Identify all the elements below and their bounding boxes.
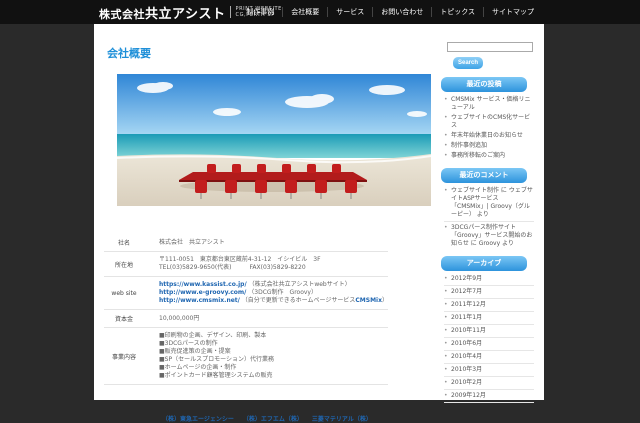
- list-item[interactable]: ウェブサイト制作 に ウェブサイトASPサービス「CMSMix」| Groovy…: [444, 187, 534, 222]
- info-label-capital: 資本金: [114, 316, 133, 323]
- nav-item-company[interactable]: 会社概要: [282, 7, 327, 17]
- recent-posts-heading: 最近の投稿: [441, 77, 527, 92]
- recent-comments-heading: 最近のコメント: [441, 168, 527, 183]
- sidebar: Search 最近の投稿 CMSMix サービス・価格リニューアル ウェブサイト…: [441, 40, 534, 405]
- info-row-name: 社名 株式会社 共立アシスト: [104, 234, 388, 252]
- list-item[interactable]: 2012年7月: [444, 288, 534, 299]
- nav-item-contact[interactable]: お問い合わせ: [372, 7, 431, 17]
- info-value-name: 株式会社 共立アシスト: [159, 238, 225, 246]
- info-value-business: ■印刷物の企画、デザイン、印刷、製本 ■3DCGパースの制作 ■販売促進策の企画…: [159, 332, 274, 379]
- logo-company-name: 株式会社共立アシスト: [99, 6, 226, 22]
- list-item[interactable]: 年末年始休業日のお知らせ: [444, 132, 534, 140]
- client-links[interactable]: （株）東急エージェンシー （株）エフエム（株） 三菱マテリアル（株）: [162, 414, 372, 423]
- list-item[interactable]: 2010年2月: [444, 379, 534, 390]
- info-label-name: 社名: [117, 240, 130, 247]
- list-item[interactable]: 2012年9月: [444, 275, 534, 286]
- info-value-capital: 10,000,000円: [159, 314, 200, 322]
- recent-posts-list: CMSMix サービス・価格リニューアル ウェブサイトのCMS化サービス 年末年…: [444, 96, 534, 160]
- website-link-egroovy[interactable]: http://www.e-groovy.com/: [159, 289, 246, 296]
- search-input[interactable]: [447, 42, 533, 52]
- nav-item-topics[interactable]: トピックス: [431, 7, 483, 17]
- info-row-business: 事業内容 ■印刷物の企画、デザイン、印刷、製本 ■3DCGパースの制作 ■販売促…: [104, 328, 388, 385]
- list-item[interactable]: 2011年12月: [444, 301, 534, 312]
- list-item[interactable]: 2011年1月: [444, 314, 534, 325]
- info-value-address: 〒111-0051 東京都台東区蔵前4-31-12 イシイビル 3F TEL(0…: [159, 256, 321, 271]
- archive-heading: アーカイブ: [441, 256, 527, 271]
- info-row-website: web site https://www.kassist.co.jp/ （株式会…: [104, 277, 388, 310]
- list-item[interactable]: 2010年3月: [444, 366, 534, 377]
- search-button[interactable]: Search: [453, 57, 483, 69]
- company-info-table: 社名 株式会社 共立アシスト 所在地 〒111-0051 東京都台東区蔵前4-3…: [104, 234, 388, 385]
- info-row-address: 所在地 〒111-0051 東京都台東区蔵前4-31-12 イシイビル 3F T…: [104, 252, 388, 277]
- list-item[interactable]: CMSMix サービス・価格リニューアル: [444, 96, 534, 112]
- website-link-cmsmix[interactable]: http://www.cmsmix.net/: [159, 297, 240, 304]
- page-title: 会社概要: [107, 47, 151, 60]
- info-value-website: https://www.kassist.co.jp/ （株式会社共立アシストwe…: [159, 281, 388, 304]
- nav-item-works[interactable]: 制作事例: [238, 7, 282, 17]
- page: 株式会社共立アシスト PRINT WEBSITE CG,PERTH SP 制作事例…: [0, 0, 640, 423]
- recent-comments-list: ウェブサイト制作 に ウェブサイトASPサービス「CMSMix」| Groovy…: [444, 187, 534, 248]
- archive-list: 2012年9月 2012年7月 2011年12月 2011年1月 2010年11…: [444, 275, 534, 403]
- list-item[interactable]: 事務所移転のご案内: [444, 152, 534, 160]
- list-item[interactable]: 2010年11月: [444, 327, 534, 338]
- nav-item-sitemap[interactable]: サイトマップ: [483, 7, 542, 17]
- list-item[interactable]: 3DCGパース制作サイト「Groovy」サービス開始のお知らせ に Groovy…: [444, 224, 534, 248]
- main-nav: 制作事例 会社概要 サービス お問い合わせ トピックス サイトマップ: [238, 0, 542, 24]
- info-label-website: web site: [111, 289, 137, 297]
- info-label-address: 所在地: [114, 261, 133, 269]
- list-item[interactable]: 2010年4月: [444, 353, 534, 364]
- beach-meeting-table-image: [117, 74, 431, 206]
- top-bar: 株式会社共立アシスト PRINT WEBSITE CG,PERTH SP 制作事例…: [0, 0, 640, 24]
- list-item[interactable]: 2010年6月: [444, 340, 534, 351]
- list-item[interactable]: ウェブサイトのCMS化サービス: [444, 114, 534, 130]
- website-link-kassist[interactable]: https://www.kassist.co.jp/: [159, 281, 247, 288]
- info-row-capital: 資本金 10,000,000円: [104, 310, 388, 328]
- list-item[interactable]: 2009年12月: [444, 392, 534, 403]
- hero-image: [117, 74, 431, 206]
- nav-item-services[interactable]: サービス: [327, 7, 372, 17]
- info-label-business: 事業内容: [111, 353, 136, 361]
- list-item[interactable]: 制作事例追加: [444, 142, 534, 150]
